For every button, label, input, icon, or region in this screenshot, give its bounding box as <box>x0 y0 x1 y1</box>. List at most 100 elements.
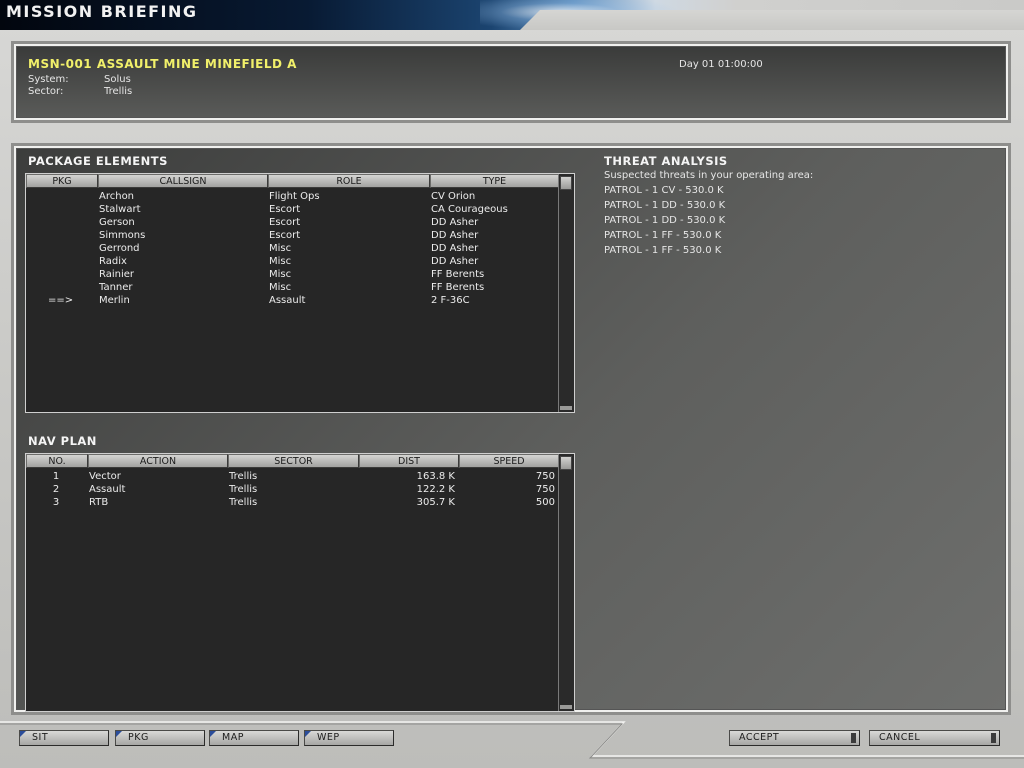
mission-time: Day 01 01:00:00 <box>679 59 763 70</box>
cancel-indicator <box>991 733 996 743</box>
nav-table-header: NO. ACTION SECTOR DIST SPEED <box>26 454 559 470</box>
table-row[interactable]: Gerrond Misc DD Asher <box>26 242 558 255</box>
mission-title: MSN-001 ASSAULT MINE MINEFIELD A <box>28 57 297 71</box>
package-cell-callsign: Archon <box>99 191 135 202</box>
tab-sit[interactable]: SIT <box>19 730 109 746</box>
column-header-type[interactable]: TYPE <box>430 174 559 188</box>
package-cell-type: DD Asher <box>431 217 479 228</box>
column-header-speed[interactable]: SPEED <box>459 454 559 468</box>
package-cell-role: Misc <box>269 269 292 280</box>
nav-cell-speed: 750 <box>535 484 555 495</box>
threat-heading: THREAT ANALYSIS <box>604 154 728 168</box>
table-row[interactable]: Gerson Escort DD Asher <box>26 216 558 229</box>
package-scrollbar[interactable] <box>558 174 574 412</box>
package-scroll-thumb[interactable] <box>560 176 572 190</box>
package-cell-type: FF Berents <box>431 282 485 293</box>
column-header-dist[interactable]: DIST <box>359 454 459 468</box>
table-row[interactable]: Archon Flight Ops CV Orion <box>26 190 558 203</box>
tab-marker-icon <box>305 731 311 737</box>
package-cell-role: Misc <box>269 256 292 267</box>
package-cell-type: CV Orion <box>431 191 476 202</box>
table-row[interactable]: 2 Assault Trellis 122.2 K 750 <box>26 483 558 496</box>
nav-table: NO. ACTION SECTOR DIST SPEED 1 Vector Trel… <box>25 453 575 712</box>
system-value: Solus <box>104 74 131 85</box>
tab-map[interactable]: MAP <box>209 730 299 746</box>
tab-wep[interactable]: WEP <box>304 730 394 746</box>
package-cell-type: DD Asher <box>431 230 479 241</box>
package-cell-role: Misc <box>269 243 292 254</box>
tab-pkg[interactable]: PKG <box>115 730 205 746</box>
threat-item: PATROL - 1 CV - 530.0 K <box>604 185 724 196</box>
package-table: PKG CALLSIGN ROLE TYPE Archon Flight Ops C… <box>25 173 575 413</box>
nav-cell-action: Vector <box>89 471 121 482</box>
table-row[interactable]: Rainier Misc FF Berents <box>26 268 558 281</box>
cancel-button[interactable]: CANCEL <box>869 730 1000 746</box>
accept-indicator <box>851 733 856 743</box>
tab-marker-icon <box>20 731 26 737</box>
sector-label: Sector: <box>28 86 64 97</box>
package-table-header: PKG CALLSIGN ROLE TYPE <box>26 174 559 190</box>
tab-marker-icon <box>116 731 122 737</box>
package-cell-type: DD Asher <box>431 243 479 254</box>
column-header-role[interactable]: ROLE <box>268 174 430 188</box>
package-cell-type: CA Courageous <box>431 204 508 215</box>
package-heading: PACKAGE ELEMENTS <box>28 154 168 168</box>
tab-pkg-label: PKG <box>128 732 149 743</box>
threat-intro: Suspected threats in your operating area… <box>604 170 814 181</box>
threat-item: PATROL - 1 DD - 530.0 K <box>604 200 726 211</box>
table-row[interactable]: ==> Merlin Assault 2 F-36C <box>26 294 558 307</box>
table-row[interactable]: 3 RTB Trellis 305.7 K 500 <box>26 496 558 509</box>
system-label: System: <box>28 74 69 85</box>
column-header-action[interactable]: ACTION <box>88 454 228 468</box>
nav-cell-action: RTB <box>89 497 109 508</box>
table-row[interactable]: 1 Vector Trellis 163.8 K 750 <box>26 470 558 483</box>
nav-cell-dist: 305.7 K <box>416 497 455 508</box>
nav-scroll-bottom[interactable] <box>560 705 572 709</box>
nav-cell-action: Assault <box>89 484 126 495</box>
package-cell-callsign: Gerson <box>99 217 135 228</box>
title-bar: MISSION BRIEFING <box>0 0 1024 30</box>
package-cell-callsign: Gerrond <box>99 243 140 254</box>
nav-cell-sector: Trellis <box>229 497 258 508</box>
package-cell-role: Escort <box>269 204 301 215</box>
table-row[interactable]: Simmons Escort DD Asher <box>26 229 558 242</box>
column-header-sector[interactable]: SECTOR <box>228 454 359 468</box>
column-header-pkg[interactable]: PKG <box>26 174 98 188</box>
package-scroll-bottom[interactable] <box>560 406 572 410</box>
column-header-callsign[interactable]: CALLSIGN <box>98 174 268 188</box>
package-cell-callsign: Tanner <box>99 282 133 293</box>
table-row[interactable]: Tanner Misc FF Berents <box>26 281 558 294</box>
package-cell-callsign: Merlin <box>99 295 130 306</box>
window-title: MISSION BRIEFING <box>6 2 198 21</box>
cancel-label: CANCEL <box>879 732 921 743</box>
package-cell-type: 2 F-36C <box>431 295 470 306</box>
package-cell-type: FF Berents <box>431 269 485 280</box>
table-row[interactable]: Radix Misc DD Asher <box>26 255 558 268</box>
accept-button[interactable]: ACCEPT <box>729 730 860 746</box>
nav-cell-sector: Trellis <box>229 471 258 482</box>
package-cell-role: Escort <box>269 230 301 241</box>
nav-cell-sector: Trellis <box>229 484 258 495</box>
package-cell-type: DD Asher <box>431 256 479 267</box>
threat-item: PATROL - 1 DD - 530.0 K <box>604 215 726 226</box>
package-cell-role: Escort <box>269 217 301 228</box>
column-header-no[interactable]: NO. <box>26 454 88 468</box>
nav-cell-dist: 122.2 K <box>416 484 455 495</box>
package-cell-pkg: ==> <box>48 295 74 306</box>
package-cell-callsign: Stalwart <box>99 204 141 215</box>
nav-scrollbar[interactable] <box>558 454 574 711</box>
nav-cell-speed: 750 <box>535 471 555 482</box>
nav-cell-no: 1 <box>52 471 60 482</box>
nav-cell-no: 2 <box>52 484 60 495</box>
accept-label: ACCEPT <box>739 732 780 743</box>
tab-map-label: MAP <box>222 732 244 743</box>
package-cell-callsign: Simmons <box>99 230 146 241</box>
tab-marker-icon <box>210 731 216 737</box>
threat-item: PATROL - 1 FF - 530.0 K <box>604 245 722 256</box>
threat-item: PATROL - 1 FF - 530.0 K <box>604 230 722 241</box>
mission-header-panel: MSN-001 ASSAULT MINE MINEFIELD A Day 01 … <box>14 44 1008 120</box>
nav-scroll-thumb[interactable] <box>560 456 572 470</box>
table-row[interactable]: Stalwart Escort CA Courageous <box>26 203 558 216</box>
package-cell-role: Flight Ops <box>269 191 320 202</box>
nav-cell-no: 3 <box>52 497 60 508</box>
